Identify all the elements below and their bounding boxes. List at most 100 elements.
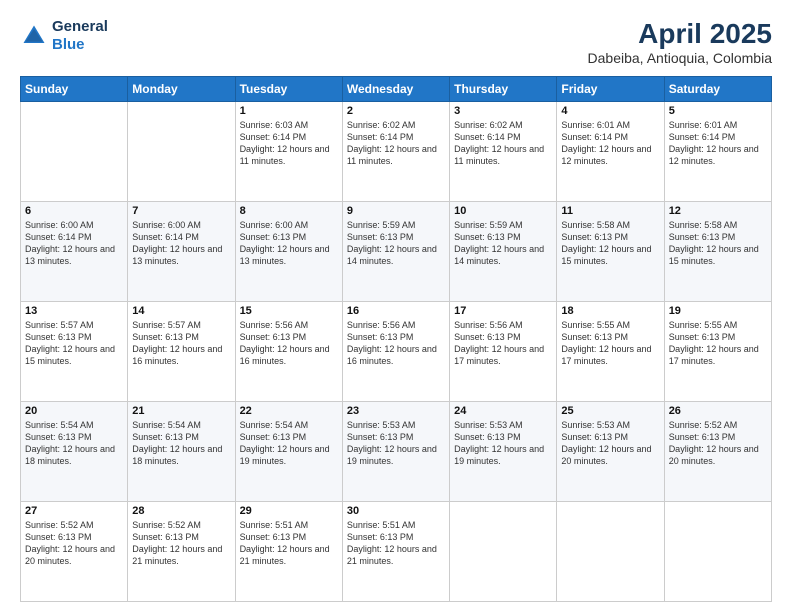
- daylight-text: Daylight: 12 hours and 12 minutes.: [669, 144, 759, 166]
- day-number: 1: [240, 105, 338, 117]
- day-info: Sunrise: 5:59 AMSunset: 6:13 PMDaylight:…: [347, 219, 445, 268]
- week-row-5: 27Sunrise: 5:52 AMSunset: 6:13 PMDayligh…: [21, 502, 772, 602]
- sunrise-text: Sunrise: 5:59 AM: [347, 220, 416, 230]
- cell-w3-d7: 19Sunrise: 5:55 AMSunset: 6:13 PMDayligh…: [664, 302, 771, 402]
- cell-w3-d4: 16Sunrise: 5:56 AMSunset: 6:13 PMDayligh…: [342, 302, 449, 402]
- sunset-text: Sunset: 6:13 PM: [132, 332, 199, 342]
- sunrise-text: Sunrise: 5:56 AM: [240, 320, 309, 330]
- day-number: 6: [25, 205, 123, 217]
- cell-w2-d3: 8Sunrise: 6:00 AMSunset: 6:13 PMDaylight…: [235, 202, 342, 302]
- cell-w2-d2: 7Sunrise: 6:00 AMSunset: 6:14 PMDaylight…: [128, 202, 235, 302]
- cell-w5-d5: [450, 502, 557, 602]
- sunrise-text: Sunrise: 5:59 AM: [454, 220, 523, 230]
- daylight-text: Daylight: 12 hours and 13 minutes.: [25, 244, 115, 266]
- day-info: Sunrise: 5:54 AMSunset: 6:13 PMDaylight:…: [240, 419, 338, 468]
- day-info: Sunrise: 5:58 AMSunset: 6:13 PMDaylight:…: [561, 219, 659, 268]
- sunset-text: Sunset: 6:13 PM: [561, 332, 628, 342]
- sunrise-text: Sunrise: 5:58 AM: [669, 220, 738, 230]
- cell-w3-d5: 17Sunrise: 5:56 AMSunset: 6:13 PMDayligh…: [450, 302, 557, 402]
- daylight-text: Daylight: 12 hours and 15 minutes.: [669, 244, 759, 266]
- sunset-text: Sunset: 6:13 PM: [240, 332, 307, 342]
- sunrise-text: Sunrise: 5:53 AM: [347, 420, 416, 430]
- logo-blue-text: Blue: [52, 36, 85, 53]
- day-number: 24: [454, 405, 552, 417]
- sunrise-text: Sunrise: 6:03 AM: [240, 120, 309, 130]
- daylight-text: Daylight: 12 hours and 21 minutes.: [240, 544, 330, 566]
- day-info: Sunrise: 6:00 AMSunset: 6:14 PMDaylight:…: [25, 219, 123, 268]
- day-info: Sunrise: 5:57 AMSunset: 6:13 PMDaylight:…: [25, 319, 123, 368]
- day-number: 23: [347, 405, 445, 417]
- sunset-text: Sunset: 6:14 PM: [454, 132, 521, 142]
- logo-text: General Blue: [52, 18, 108, 54]
- col-monday: Monday: [128, 77, 235, 102]
- sunset-text: Sunset: 6:14 PM: [240, 132, 307, 142]
- sunset-text: Sunset: 6:13 PM: [25, 332, 92, 342]
- calendar-table: Sunday Monday Tuesday Wednesday Thursday…: [20, 76, 772, 602]
- cell-w4-d1: 20 Sunrise: 5:54 AMSunset: 6:13 PMDayligh…: [21, 402, 128, 502]
- col-wednesday: Wednesday: [342, 77, 449, 102]
- sunrise-text: Sunrise: 6:00 AM: [240, 220, 309, 230]
- day-number: 8: [240, 205, 338, 217]
- daylight-text: Daylight: 12 hours and 21 minutes.: [347, 544, 437, 566]
- sunrise-text: Sunrise: 5:58 AM: [561, 220, 630, 230]
- day-number: 21: [132, 405, 230, 417]
- day-number: 20: [25, 405, 123, 417]
- day-info: Sunrise: 6:00 AMSunset: 6:14 PMDaylight:…: [132, 219, 230, 268]
- cell-w5-d2: 28Sunrise: 5:52 AMSunset: 6:13 PMDayligh…: [128, 502, 235, 602]
- sunrise-text: Sunrise: 5:56 AM: [454, 320, 523, 330]
- sunset-text: Sunset: 6:13 PM: [454, 232, 521, 242]
- sunset-text: Sunset: 6:13 PM: [669, 332, 736, 342]
- day-info: Sunrise: 5:52 AMSunset: 6:13 PMDaylight:…: [669, 419, 767, 468]
- cell-w2-d1: 6 Sunrise: 6:00 AMSunset: 6:14 PMDaylight…: [21, 202, 128, 302]
- sunset-text: Sunset: 6:13 PM: [347, 332, 414, 342]
- day-number: 25: [561, 405, 659, 417]
- sunset-text: Sunset: 6:13 PM: [561, 232, 628, 242]
- cell-w2-d4: 9Sunrise: 5:59 AMSunset: 6:13 PMDaylight…: [342, 202, 449, 302]
- col-tuesday: Tuesday: [235, 77, 342, 102]
- daylight-text: Daylight: 12 hours and 16 minutes.: [240, 344, 330, 366]
- daylight-text: Daylight: 12 hours and 19 minutes.: [347, 444, 437, 466]
- cell-w2-d5: 10Sunrise: 5:59 AMSunset: 6:13 PMDayligh…: [450, 202, 557, 302]
- daylight-text: Daylight: 12 hours and 21 minutes.: [132, 544, 222, 566]
- cell-w4-d2: 21 Sunrise: 5:54 AMSunset: 6:13 PMDayligh…: [128, 402, 235, 502]
- logo-general-text: General: [52, 18, 108, 35]
- sunset-text: Sunset: 6:14 PM: [561, 132, 628, 142]
- sunset-text: Sunset: 6:13 PM: [347, 532, 414, 542]
- sunrise-text: Sunrise: 5:51 AM: [347, 520, 416, 530]
- day-number: 17: [454, 305, 552, 317]
- day-info: Sunrise: 5:52 AMSunset: 6:13 PMDaylight:…: [25, 519, 123, 568]
- day-number: 3: [454, 105, 552, 117]
- sunrise-text: Sunrise: 5:57 AM: [132, 320, 201, 330]
- sunset-text: Sunset: 6:13 PM: [132, 432, 199, 442]
- sunrise-text: Sunrise: 5:56 AM: [347, 320, 416, 330]
- sunrise-text: Sunrise: 5:51 AM: [240, 520, 309, 530]
- cell-w5-d6: [557, 502, 664, 602]
- sunset-text: Sunset: 6:14 PM: [669, 132, 736, 142]
- day-number: 5: [669, 105, 767, 117]
- cell-w4-d3: 22Sunrise: 5:54 AMSunset: 6:13 PMDayligh…: [235, 402, 342, 502]
- day-number: 15: [240, 305, 338, 317]
- day-info: Sunrise: 6:00 AMSunset: 6:13 PMDaylight:…: [240, 219, 338, 268]
- day-info: Sunrise: 5:58 AM Sunset: 6:13 PM Daylight:…: [669, 219, 767, 268]
- day-info: Sunrise: 6:02 AMSunset: 6:14 PMDaylight:…: [347, 119, 445, 168]
- day-info: Sunrise: 5:54 AMSunset: 6:13 PMDaylight:…: [132, 419, 230, 468]
- daylight-text: Daylight: 12 hours and 20 minutes.: [25, 544, 115, 566]
- day-info: Sunrise: 5:54 AMSunset: 6:13 PMDaylight:…: [25, 419, 123, 468]
- calendar-subtitle: Dabeiba, Antioquia, Colombia: [588, 50, 772, 66]
- sunset-text: Sunset: 6:13 PM: [25, 532, 92, 542]
- page: General Blue April 2025 Dabeiba, Antioqu…: [0, 0, 792, 612]
- sunrise-text: Sunrise: 5:55 AM: [561, 320, 630, 330]
- cell-w5-d1: 27Sunrise: 5:52 AMSunset: 6:13 PMDayligh…: [21, 502, 128, 602]
- sunrise-text: Sunrise: 5:54 AM: [240, 420, 309, 430]
- sunset-text: Sunset: 6:13 PM: [240, 232, 307, 242]
- daylight-text: Daylight: 12 hours and 18 minutes.: [132, 444, 222, 466]
- cell-w1-d3: 1Sunrise: 6:03 AMSunset: 6:14 PMDaylight…: [235, 102, 342, 202]
- daylight-text: Daylight: 12 hours and 17 minutes.: [454, 344, 544, 366]
- sunset-text: Sunset: 6:13 PM: [669, 232, 736, 242]
- title-block: April 2025 Dabeiba, Antioquia, Colombia: [588, 18, 772, 66]
- sunset-text: Sunset: 6:13 PM: [347, 432, 414, 442]
- sunset-text: Sunset: 6:14 PM: [347, 132, 414, 142]
- daylight-text: Daylight: 12 hours and 20 minutes.: [561, 444, 651, 466]
- daylight-text: Daylight: 12 hours and 11 minutes.: [454, 144, 544, 166]
- sunset-text: Sunset: 6:13 PM: [240, 432, 307, 442]
